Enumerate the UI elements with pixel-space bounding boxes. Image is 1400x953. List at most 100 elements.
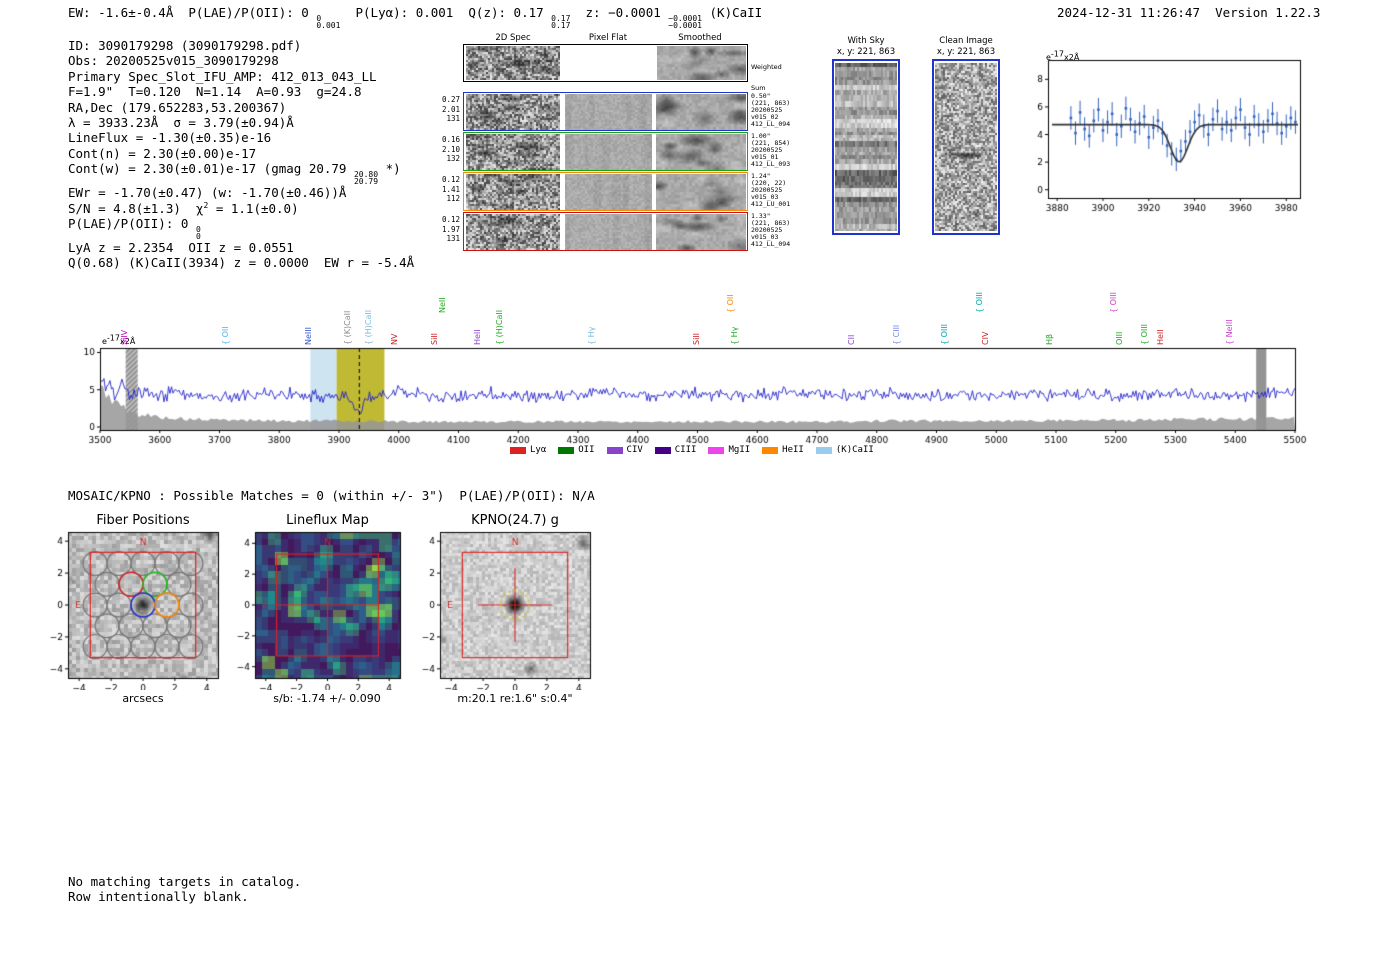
spectral-line-label: CII — [847, 335, 857, 345]
spectral-line-label: { OIII — [1109, 292, 1119, 313]
legend-label: CIV — [627, 445, 643, 455]
spectral-line-label: SiIV — [120, 330, 130, 345]
spectrum-unit-label: e-17x2Å — [102, 337, 135, 346]
info-line: Cont(w) = 2.30(±0.01)e-17 (gmag 20.79 20… — [68, 161, 414, 185]
with-sky-image — [835, 63, 897, 231]
clean-image — [935, 63, 997, 231]
lineflux-caption: s/b: -1.74 +/- 0.090 — [247, 692, 407, 705]
legend-label: MgII — [728, 445, 750, 455]
legend-label: CIII — [675, 445, 697, 455]
info-line: LyA z = 2.2354 OII z = 0.0551 — [68, 240, 414, 255]
spectral-line-label: { OII — [726, 294, 736, 313]
legend-swatch — [708, 447, 724, 454]
spec2d-row-stats: 0.121.41112 — [430, 175, 460, 204]
spec2d-row-annotation: 0.50"(221, 863)20200525v015_02412_LL_094 — [751, 93, 790, 128]
info-line: EWr = -1.70(±0.47) (w: -1.70(±0.46))Å — [68, 185, 414, 200]
fiber-xaxis-label: arcsecs — [68, 692, 218, 705]
spec2d-row-stats: 0.272.01131 — [430, 95, 460, 124]
legend-item: Lyα — [510, 445, 546, 455]
spectral-line-label: NV — [390, 334, 400, 345]
info-line: Primary Spec_Slot_IFU_AMP: 412_013_043_L… — [68, 69, 414, 84]
legend-item: (K)CaII — [816, 445, 874, 455]
spectral-line-label: { OIII — [1140, 324, 1150, 345]
legend-swatch — [816, 447, 832, 454]
legend-swatch — [510, 447, 526, 454]
legend-swatch — [607, 447, 623, 454]
spectral-line-label: { Hγ — [730, 327, 740, 345]
footer-line: Row intentionally blank. — [68, 889, 301, 904]
spectral-line-label: HeII — [1156, 329, 1166, 345]
spectral-line-label: { OIII — [940, 324, 950, 345]
spectral-line-label: { (K)CaII — [343, 311, 353, 345]
spectral-line-label: NeIII — [304, 327, 314, 345]
zoom-plot-unit-label: e-17x2Å — [1046, 53, 1079, 62]
fiber-2d-spec-image — [466, 134, 560, 170]
summary-stats-line: EW: -1.6±-0.4Å P(LAE)/P(OII): 0 00.001 P… — [68, 5, 762, 29]
footer-notes: No matching targets in catalog. Row inte… — [68, 874, 301, 905]
fiber-2d-spec-image — [466, 214, 560, 250]
info-line: ID: 3090179298 (3090179298.pdf) — [68, 38, 414, 53]
fiber-2d-spec-image — [466, 174, 560, 210]
legend-label: Lyα — [530, 445, 546, 455]
col-header-2dspec: 2D Spec — [465, 33, 561, 43]
fiber-positions-cutout — [40, 526, 235, 690]
fiber-smoothed-image — [656, 174, 746, 210]
info-line: F=1.9" T=0.120 N=1.14 A=0.93 g=24.8 — [68, 84, 414, 99]
spectral-line-label: NeII — [438, 297, 448, 313]
info-line: S/N = 4.8(±1.3) χ2 = 1.1(±0.0) — [68, 201, 414, 216]
spectral-line-label: CIV — [981, 332, 991, 345]
clean-image-title: Clean Image — [926, 36, 1006, 46]
legend-item: OII — [558, 445, 594, 455]
spectral-line-label: { (H)CaII — [495, 310, 505, 345]
full-spectrum-plot — [60, 334, 1310, 456]
legend-item: CIV — [607, 445, 643, 455]
legend-label: (K)CaII — [836, 445, 874, 455]
col-header-pixelflat: Pixel Flat — [563, 33, 653, 43]
fiber-pixel-flat-image — [565, 214, 652, 250]
lineflux-map-cutout — [227, 526, 417, 690]
clean-image-coords: x, y: 221, 863 — [926, 47, 1006, 57]
spec2d-row-stats: 0.121.97131 — [430, 215, 460, 244]
spectral-line-label: { CIII — [892, 325, 902, 345]
kpno-caption: m:20.1 re:1.6" s:0.4" — [440, 692, 590, 705]
with-sky-coords: x, y: 221, 863 — [826, 47, 906, 57]
spectral-line-label: Hβ — [1045, 334, 1055, 345]
fiber-smoothed-image — [656, 214, 746, 250]
fiber-pixel-flat-image — [565, 134, 652, 170]
spectral-line-label: SiII — [430, 333, 440, 345]
info-line: LineFlux = -1.30(±0.35)e-16 — [68, 130, 414, 145]
legend-item: CIII — [655, 445, 697, 455]
spec2d-row-annotation: 1.33"(221, 863)20200525v015_03412_LL_094 — [751, 213, 790, 248]
spectral-line-label: HeII — [473, 329, 483, 345]
spectral-line-label: { OIII — [975, 292, 985, 313]
col-header-smoothed: Smoothed — [654, 33, 746, 43]
legend-swatch — [762, 447, 778, 454]
spectral-line-label: OIII — [1115, 332, 1125, 345]
fiber-smoothed-image — [656, 94, 746, 130]
legend-swatch — [558, 447, 574, 454]
weighted-smoothed-image — [657, 46, 746, 80]
legend-label: HeII — [782, 445, 804, 455]
line-fit-zoom-plot — [1018, 48, 1318, 218]
legend-swatch — [655, 447, 671, 454]
spectral-line-label: { NeIII — [1225, 319, 1235, 345]
spectral-line-label: { (H)CaII — [364, 310, 374, 345]
kpno-image-cutout — [412, 526, 607, 690]
spectral-line-label: { OII — [221, 326, 231, 345]
spectral-line-label: { Hγ — [587, 327, 597, 345]
legend-item: MgII — [708, 445, 750, 455]
detection-info-block: ID: 3090179298 (3090179298.pdf)Obs: 2020… — [68, 38, 414, 271]
spec2d-row-annotation: 1.00"(221, 854)20200525v015_01412_LL_093 — [751, 133, 790, 168]
footer-line: No matching targets in catalog. — [68, 874, 301, 889]
info-line: Q(0.68) (K)CaII(3934) z = 0.0000 EW r = … — [68, 255, 414, 270]
legend-label: OII — [578, 445, 594, 455]
legend-item: HeII — [762, 445, 804, 455]
fiber-2d-spec-image — [466, 94, 560, 130]
info-line: λ = 3933.23Å σ = 3.79(±0.94)Å — [68, 115, 414, 130]
spec2d-row-stats: 0.162.10132 — [430, 135, 460, 164]
with-sky-title: With Sky — [826, 36, 906, 46]
fiber-pixel-flat-image — [565, 174, 652, 210]
report-meta: 2024-12-31 11:26:47 Version 1.22.3 — [1057, 5, 1320, 20]
weighted-2d-spec-image — [466, 46, 560, 80]
info-line: RA,Dec (179.652283,53.200367) — [68, 100, 414, 115]
